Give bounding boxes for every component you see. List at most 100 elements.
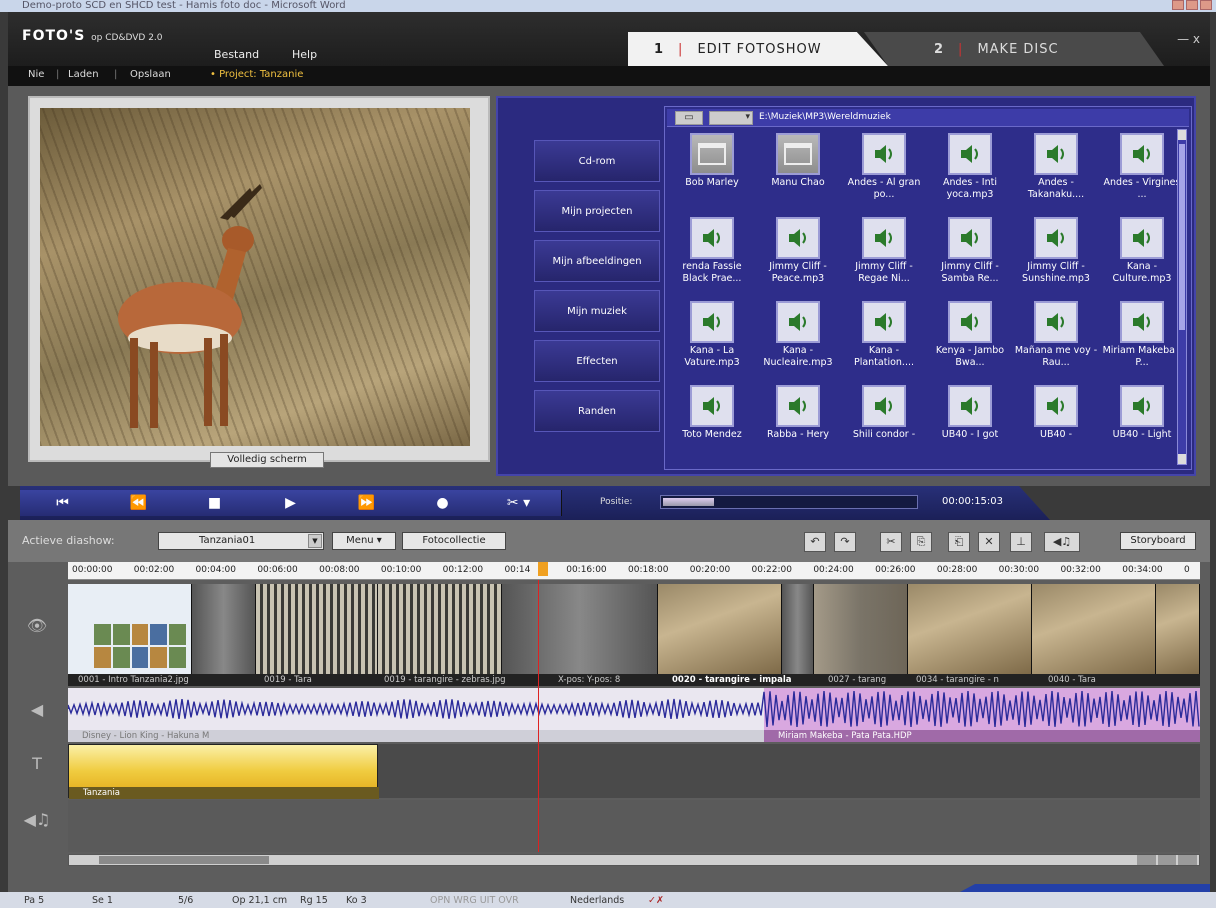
zoom-in-button[interactable] [1178,855,1198,865]
file-scrollbar[interactable] [1177,129,1187,465]
menu-button[interactable]: Menu ▾ [332,532,396,550]
folder-item[interactable]: Bob Marley [669,133,755,211]
paste-button[interactable]: ⎗ [948,532,970,552]
folder-item[interactable]: Manu Chao [755,133,841,211]
cut-button[interactable]: ✂ [880,532,902,552]
clip-tarangire[interactable] [908,584,1032,674]
tab-make-disc[interactable]: 2 | MAKE DISC [864,32,1164,66]
audio-file-item[interactable]: Jimmy Cliff - Samba Re... [927,217,1013,295]
speaker-icon[interactable]: ◀ [18,700,56,722]
audio-button[interactable]: ◀♫ [1044,532,1080,552]
nav-my-images[interactable]: Mijn afbeeldingen [534,240,660,282]
folder-up-button[interactable]: ▭ [675,111,703,125]
eye-icon[interactable]: 👁 [18,616,56,638]
delete-button[interactable]: ✕ [978,532,1000,552]
audio-file-item[interactable]: Kana - Plantation.... [841,301,927,379]
redo-button[interactable]: ↷ [834,532,856,552]
split-button[interactable]: ⊥ [1010,532,1032,552]
audio-file-item[interactable]: Andes - Virgines ... [1099,133,1185,211]
clip-zebras-1[interactable] [256,584,378,674]
audio-file-item[interactable]: renda Fassie Black Prae... [669,217,755,295]
app-close-button[interactable]: — x [1177,32,1200,46]
clip-antelope[interactable] [1032,584,1156,674]
preview-image [40,108,470,446]
music-icon[interactable]: ◀♫ [18,810,56,832]
audio-file-item[interactable]: Jimmy Cliff - Regae Ni... [841,217,927,295]
audio-file-item[interactable]: UB40 - Light [1099,385,1185,463]
text-icon[interactable]: T [18,754,56,776]
slideshow-select[interactable]: Tanzania01 ▼ [158,532,324,550]
audio-file-item[interactable]: Mañana me voy - Rau... [1013,301,1099,379]
fullscreen-button[interactable]: Volledig scherm [210,452,324,468]
undo-button[interactable]: ↶ [804,532,826,552]
zoom-fit-button[interactable] [1157,855,1177,865]
fast-forward-button[interactable]: ⏩ [324,490,410,516]
clip-next[interactable] [1156,584,1200,674]
title-clip[interactable]: Tanzania [68,744,379,799]
timeline-scrollbar[interactable] [68,854,1200,866]
audio-file-item[interactable]: Jimmy Cliff - Sunshine.mp3 [1013,217,1099,295]
clip-transition[interactable] [502,584,658,674]
clip-intro[interactable] [68,584,192,674]
close-button[interactable] [1200,0,1212,10]
audio-file-item[interactable]: Rabba - Hery [755,385,841,463]
title-track[interactable]: Tanzania [68,744,1200,799]
skip-start-button[interactable]: ⏮ [20,490,106,516]
play-button[interactable]: ▶ [248,490,334,516]
time-ruler[interactable]: 00:00:00 00:02:00 00:04:00 00:06:00 00:08:00… [68,562,1200,580]
view-dropdown[interactable]: ▾ [709,111,753,125]
maximize-button[interactable] [1186,0,1198,10]
record-button[interactable]: ● [400,490,486,516]
tab-edit-fotoshow[interactable]: 1 | EDIT FOTOSHOW [628,32,888,66]
ruler-tick-label: 00:04:00 [195,565,236,575]
audio-file-item[interactable]: Toto Mendez [669,385,755,463]
video-track[interactable] [68,584,1200,674]
clip-transition[interactable] [192,584,256,674]
photo-collection-button[interactable]: Fotocollectie [402,532,506,550]
playhead-marker[interactable] [538,562,548,576]
nav-my-projects[interactable]: Mijn projecten [534,190,660,232]
clip-impala[interactable] [658,584,782,674]
nav-borders[interactable]: Randen [534,390,660,432]
cut-tool-button[interactable]: ✂ ▾ [476,490,562,516]
clip-zebras-2[interactable] [378,584,502,674]
minimize-button[interactable] [1172,0,1184,10]
stop-button[interactable]: ■ [172,490,258,516]
file-label: Jimmy Cliff - Samba Re... [941,261,999,284]
menu-help[interactable]: Help [292,48,317,61]
audio-file-item[interactable]: Kenya - Jambo Bwa... [927,301,1013,379]
audio-file-item[interactable]: Kana - La Vature.mp3 [669,301,755,379]
clip-baboon[interactable] [814,584,908,674]
audio-file-item[interactable]: Kana - Culture.mp3 [1099,217,1185,295]
save-button[interactable]: Opslaan [130,69,171,80]
position-slider[interactable] [660,495,918,509]
nav-effects[interactable]: Effecten [534,340,660,382]
audio-file-item[interactable]: Andes - Takanaku.... [1013,133,1099,211]
scroll-up-button[interactable] [1178,130,1186,140]
scroll-thumb[interactable] [99,856,269,864]
audio-file-item[interactable]: Kana - Nucleaire.mp3 [755,301,841,379]
zoom-out-button[interactable] [1137,855,1156,865]
rewind-button[interactable]: ⏪ [96,490,182,516]
clip-transition[interactable] [782,584,814,674]
load-button[interactable]: Laden [68,69,99,80]
copy-button[interactable]: ⎘ [910,532,932,552]
audio-file-item[interactable]: Jimmy Cliff - Peace.mp3 [755,217,841,295]
scroll-down-button[interactable] [1178,454,1186,464]
audio-file-item[interactable]: UB40 - I got [927,385,1013,463]
audio-file-item[interactable]: Miriam Makeba - P... [1099,301,1185,379]
scroll-thumb[interactable] [1179,144,1185,330]
audio-track[interactable] [68,688,1200,730]
audio-file-item[interactable]: Shili condor - [841,385,927,463]
menu-bestand[interactable]: Bestand [214,48,259,61]
nav-cdrom[interactable]: Cd-rom [534,140,660,182]
audio-file-item[interactable]: Andes - Inti yoca.mp3 [927,133,1013,211]
chevron-down-icon[interactable]: ▼ [308,534,322,548]
audio-file-item[interactable]: Andes - Al gran po... [841,133,927,211]
storyboard-button[interactable]: Storyboard [1120,532,1196,550]
music-track[interactable] [68,800,1200,852]
nav-my-music[interactable]: Mijn muziek [534,290,660,332]
spellcheck-icon[interactable]: ✓✗ [648,895,664,906]
new-button[interactable]: Nie [28,69,44,80]
audio-file-item[interactable]: UB40 - [1013,385,1099,463]
